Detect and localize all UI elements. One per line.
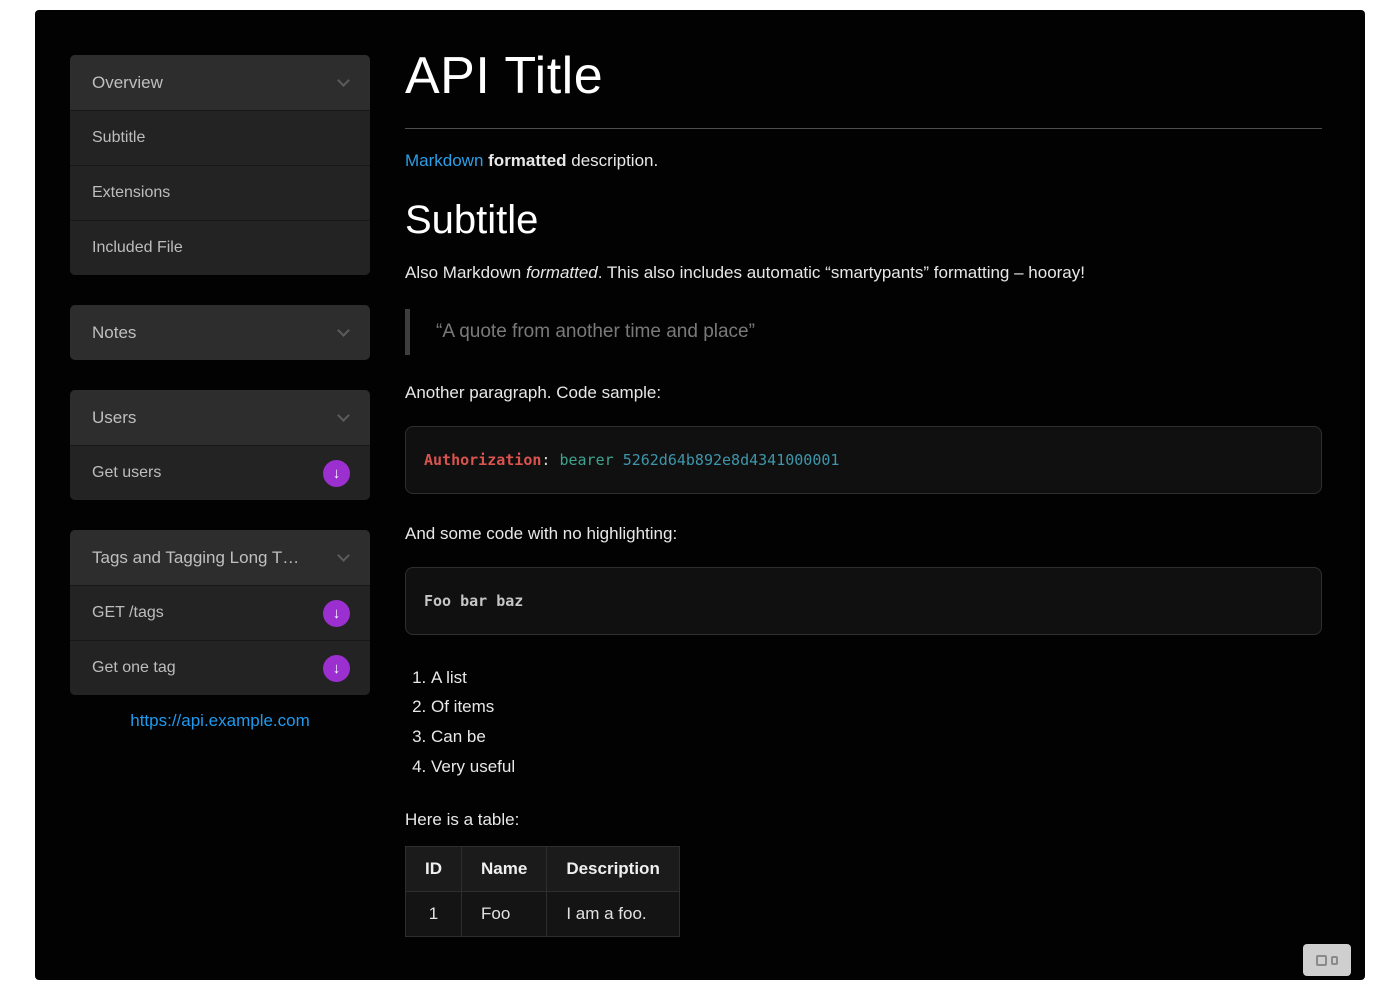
sidebar-item-get-users[interactable]: Get users ↓ (70, 445, 370, 500)
list-item: A list (431, 663, 1322, 693)
code-token-value: 5262d64b892e8d4341000001 (623, 451, 840, 469)
description-paragraph: Markdown formatted description. (405, 149, 1322, 174)
sidebar-item-get-one-tag[interactable]: Get one tag ↓ (70, 640, 370, 695)
toggle-example-button[interactable]: ↓ (323, 600, 350, 627)
broken-image-placeholder (1303, 944, 1351, 976)
table-header-row: ID Name Description (406, 847, 680, 892)
arrow-down-icon: ↓ (333, 606, 341, 621)
toggle-example-button[interactable]: ↓ (323, 655, 350, 682)
code-sample-intro: Another paragraph. Code sample: (405, 381, 1322, 406)
chevron-down-icon (337, 549, 350, 562)
arrow-down-icon: ↓ (333, 466, 341, 481)
plain-code-intro: And some code with no highlighting: (405, 522, 1322, 547)
table-header-description: Description (547, 847, 680, 892)
arrow-down-icon: ↓ (333, 661, 341, 676)
data-table: ID Name Description 1 Foo I am a foo. (405, 846, 680, 937)
smartypants-paragraph: Also Markdown formatted. This also inclu… (405, 261, 1322, 286)
paragraph-italic: formatted (526, 263, 598, 282)
markdown-link[interactable]: Markdown (405, 151, 483, 170)
table-cell-id: 1 (406, 892, 462, 937)
main-content: API Title Markdown formatted description… (405, 10, 1322, 937)
sidebar-item-users[interactable]: Users (70, 390, 370, 445)
nav-group-label: Users (92, 408, 136, 428)
list-item: Of items (431, 692, 1322, 722)
image-placeholder-icon (1316, 955, 1327, 966)
description-bold: formatted (483, 151, 566, 170)
nav-group-label: Tags and Tagging Long T… (92, 548, 299, 568)
code-token-key: Authorization (424, 451, 541, 469)
sidebar-item-overview[interactable]: Overview (70, 55, 370, 110)
table-cell-description: I am a foo. (547, 892, 680, 937)
sidebar-item-subtitle[interactable]: Subtitle (70, 110, 370, 165)
list-item: Very useful (431, 752, 1322, 782)
table-intro: Here is a table: (405, 808, 1322, 833)
quote-text: “A quote from another time and place” (436, 321, 755, 342)
paragraph-post: . This also includes automatic “smartypa… (598, 263, 1085, 282)
code-token-keyword: bearer (559, 451, 622, 469)
table-header-name: Name (462, 847, 547, 892)
chevron-down-icon (337, 409, 350, 422)
nav-group-label: Overview (92, 73, 163, 93)
nav-item-label: Included File (92, 239, 183, 257)
sidebar-item-extensions[interactable]: Extensions (70, 165, 370, 220)
nav-item-label: Get one tag (92, 659, 176, 677)
sidebar: Overview Subtitle Extensions Included Fi… (70, 55, 370, 731)
code-block-authorization: Authorization: bearer 5262d64b892e8d4341… (405, 426, 1322, 494)
table-row: 1 Foo I am a foo. (406, 892, 680, 937)
api-host-link[interactable]: https://api.example.com (70, 711, 370, 731)
chevron-down-icon (337, 74, 350, 87)
sidebar-item-notes[interactable]: Notes (70, 305, 370, 360)
page-title: API Title (405, 46, 1322, 106)
title-divider (405, 128, 1322, 129)
sidebar-item-tags-and-tagging[interactable]: Tags and Tagging Long T… (70, 530, 370, 585)
toggle-example-button[interactable]: ↓ (323, 460, 350, 487)
nav-group-tags: Tags and Tagging Long T… GET /tags ↓ Get… (70, 530, 370, 695)
nav-item-label: Extensions (92, 184, 170, 202)
nav-item-label: Subtitle (92, 129, 145, 147)
quote-block: “A quote from another time and place” (405, 309, 1322, 355)
table-header-id: ID (406, 847, 462, 892)
code-token-separator: : (541, 451, 559, 469)
app-window: Overview Subtitle Extensions Included Fi… (35, 10, 1365, 980)
description-rest: description. (567, 151, 659, 170)
ordered-list: A list Of items Can be Very useful (405, 663, 1322, 782)
sidebar-item-get-tags[interactable]: GET /tags ↓ (70, 585, 370, 640)
chevron-down-icon (337, 324, 350, 337)
nav-item-label: Get users (92, 464, 161, 482)
code-block-plain: Foo bar baz (405, 567, 1322, 635)
table-cell-name: Foo (462, 892, 547, 937)
nav-item-label: GET /tags (92, 604, 164, 622)
subtitle-heading: Subtitle (405, 198, 1322, 243)
image-placeholder-icon (1331, 956, 1338, 965)
sidebar-item-included-file[interactable]: Included File (70, 220, 370, 275)
nav-group-label: Notes (92, 323, 136, 343)
nav-group-overview: Overview Subtitle Extensions Included Fi… (70, 55, 370, 275)
nav-group-users: Users Get users ↓ (70, 390, 370, 500)
paragraph-pre: Also Markdown (405, 263, 526, 282)
list-item: Can be (431, 722, 1322, 752)
nav-group-notes: Notes (70, 305, 370, 360)
